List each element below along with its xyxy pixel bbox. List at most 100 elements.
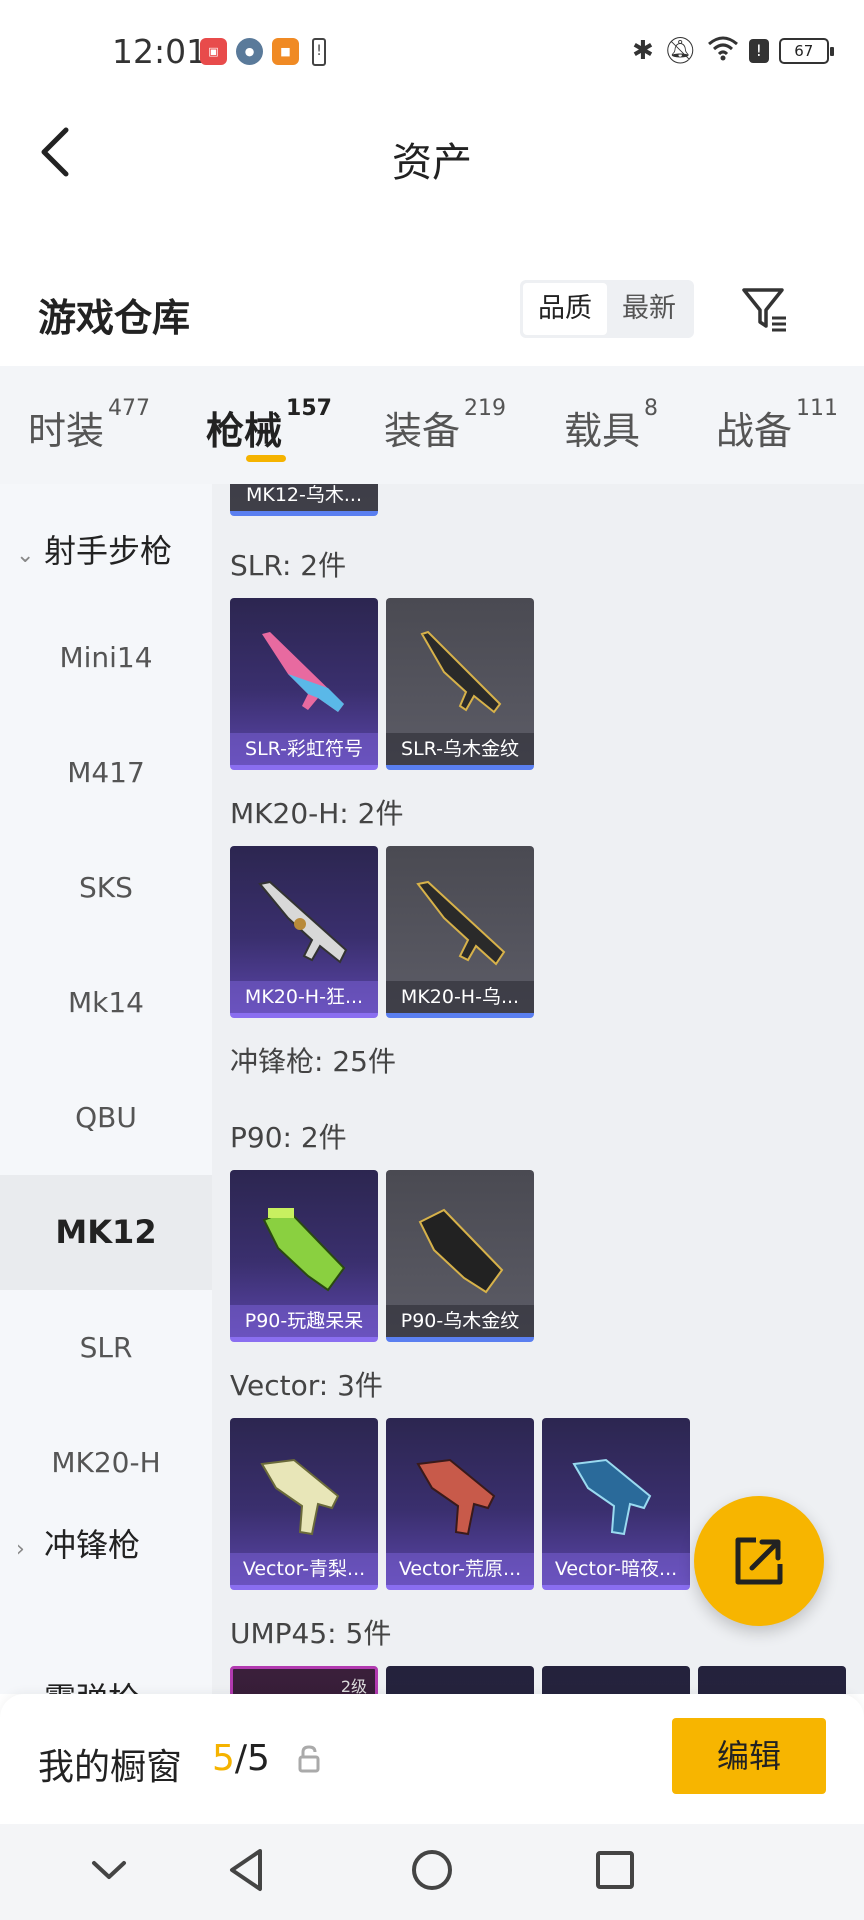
tab-count: 219 [464,396,507,421]
skin-card-ump45[interactable] [542,1666,690,1694]
level-badge: 2级 [340,1677,367,1694]
share-icon [735,1537,783,1585]
battery-indicator: 67 [778,38,834,64]
category-marksman-rifles[interactable]: ⌄ 射手步枪 [16,526,172,572]
skin-card-label: Vector-青梨... [230,1553,378,1585]
battery-alert-icon: ! [312,38,326,66]
skin-card-label: SLR-彩虹符号 [230,733,378,765]
category-shotgun[interactable]: ›霰弹枪 [16,1674,140,1694]
chevron-down-icon: ⌄ [16,543,35,568]
wifi-icon [707,35,739,68]
skin-card-ump45[interactable] [698,1666,846,1694]
skin-card-label: Vector-荒原... [386,1553,534,1585]
skin-card-label: Vector-暗夜... [542,1553,690,1585]
orange-app-icon: ■ [272,38,299,65]
tab-count: 477 [108,396,151,421]
skin-card-p90-ebony[interactable]: P90-乌木金纹 [386,1170,534,1342]
skin-card-ump45[interactable] [386,1666,534,1694]
share-fab-button[interactable] [694,1496,824,1626]
smg-icon [262,1208,346,1292]
sidebar-item-mk20h[interactable]: MK20-H [0,1405,212,1520]
alert-icon: ! [748,39,769,63]
tab-label: 装备 [384,409,461,453]
showcase-label: 我的橱窗 [38,1747,183,1788]
skin-card-label: P90-乌木金纹 [386,1305,534,1337]
tab-label: 战备 [716,409,793,453]
smg-icon [416,1458,496,1536]
tab-count: 157 [286,396,332,421]
category-label: 霰弹枪 [44,1680,140,1694]
category-label: 射手步枪 [44,532,173,570]
skin-card-mk12-ebony[interactable]: MK12-乌木... [230,484,378,516]
smg-icon [418,1208,504,1294]
mute-icon: 🔕︎ [663,36,697,66]
tab-label: 载具 [564,409,641,453]
tab-fashion[interactable]: 时装477 [28,396,150,455]
showcase-separator: / [234,1738,248,1779]
sort-toggle[interactable]: 品质 最新 [520,280,694,338]
page-title: 资产 [392,140,472,186]
skin-card-vector-dark-night[interactable]: Vector-暗夜... [542,1418,690,1590]
section-title-mk20h: MK20-H: 2件 [230,797,404,830]
chevron-down-icon[interactable] [84,1845,134,1895]
skin-card-label: MK12-乌木... [230,484,378,511]
tab-label: 时装 [28,409,105,453]
section-title-vector: Vector: 3件 [230,1369,383,1402]
skin-card-mk20h-ebony[interactable]: MK20-H-乌... [386,846,534,1018]
edit-button[interactable]: 编辑 [672,1718,826,1794]
status-time: 12:01 [112,32,208,71]
sidebar-item-qbu[interactable]: QBU [0,1060,212,1175]
sidebar-item-slr[interactable]: SLR [0,1290,212,1405]
game-app-icon: ● [236,38,263,65]
tab-label: 枪械 [206,409,283,453]
warehouse-title: 游戏仓库 [38,296,191,340]
skin-card-mk20h-frenzy[interactable]: MK20-H-狂... [230,846,378,1018]
skin-card-label: MK20-H-乌... [386,981,534,1013]
sidebar-item-mini14[interactable]: Mini14 [0,600,212,715]
status-icons: ✱ 🔕︎ ! 67 [632,34,834,68]
section-title-slr: SLR: 2件 [230,549,347,582]
sort-quality-option[interactable]: 品质 [523,283,607,335]
huawei-app-icon: ▣ [200,38,227,65]
filter-icon[interactable] [740,284,790,334]
nav-home-icon[interactable] [407,1845,457,1895]
showcase-current: 5 [212,1738,235,1779]
nav-back-icon[interactable] [222,1845,272,1895]
smg-icon [572,1458,652,1536]
showcase-count: 5/5 [212,1738,270,1779]
sidebar-item-mk12[interactable]: MK12 [0,1175,212,1290]
nav-recents-icon[interactable] [590,1845,640,1895]
tab-supplies[interactable]: 战备111 [716,396,838,455]
category-smg[interactable]: › 冲锋枪 [16,1520,140,1566]
rifle-icon [258,880,348,964]
skin-card-vector-pear[interactable]: Vector-青梨... [230,1418,378,1590]
section-title-smg: 冲锋枪: 25件 [230,1045,396,1078]
smg-icon [260,1458,340,1536]
skin-card-label: P90-玩趣呆呆 [230,1305,378,1337]
tab-count: 8 [644,396,659,421]
skin-card-slr-rainbow[interactable]: SLR-彩虹符号 [230,598,378,770]
category-label: 冲锋枪 [44,1526,141,1564]
skin-card-label: MK20-H-狂... [230,981,378,1013]
lock-icon [298,1744,320,1774]
sidebar-item-sks[interactable]: SKS [0,830,212,945]
section-title-ump45: UMP45: 5件 [230,1617,392,1650]
tab-equipment[interactable]: 装备219 [384,396,506,455]
tab-vehicles[interactable]: 载具8 [564,396,658,455]
bluetooth-icon: ✱ [632,36,654,66]
skin-card-label: SLR-乌木金纹 [386,733,534,765]
sidebar-item-mk14[interactable]: Mk14 [0,945,212,1060]
skin-card-ump45[interactable]: 2级 [230,1666,378,1694]
weapon-sidebar[interactable]: ⌄ 射手步枪 Mini14 M417 SKS Mk14 QBU MK12 SLR … [0,484,212,1694]
rifle-icon [420,630,502,714]
skin-card-p90-fun[interactable]: P90-玩趣呆呆 [230,1170,378,1342]
sidebar-item-m417[interactable]: M417 [0,715,212,830]
active-tab-indicator [246,455,286,462]
section-title-p90: P90: 2件 [230,1121,347,1154]
sort-newest-option[interactable]: 最新 [607,283,691,335]
skin-card-vector-wasteland[interactable]: Vector-荒原... [386,1418,534,1590]
tab-count: 111 [796,396,839,421]
tab-firearms[interactable]: 枪械157 [206,396,332,455]
skin-card-slr-ebony[interactable]: SLR-乌木金纹 [386,598,534,770]
rifle-icon [262,632,344,712]
